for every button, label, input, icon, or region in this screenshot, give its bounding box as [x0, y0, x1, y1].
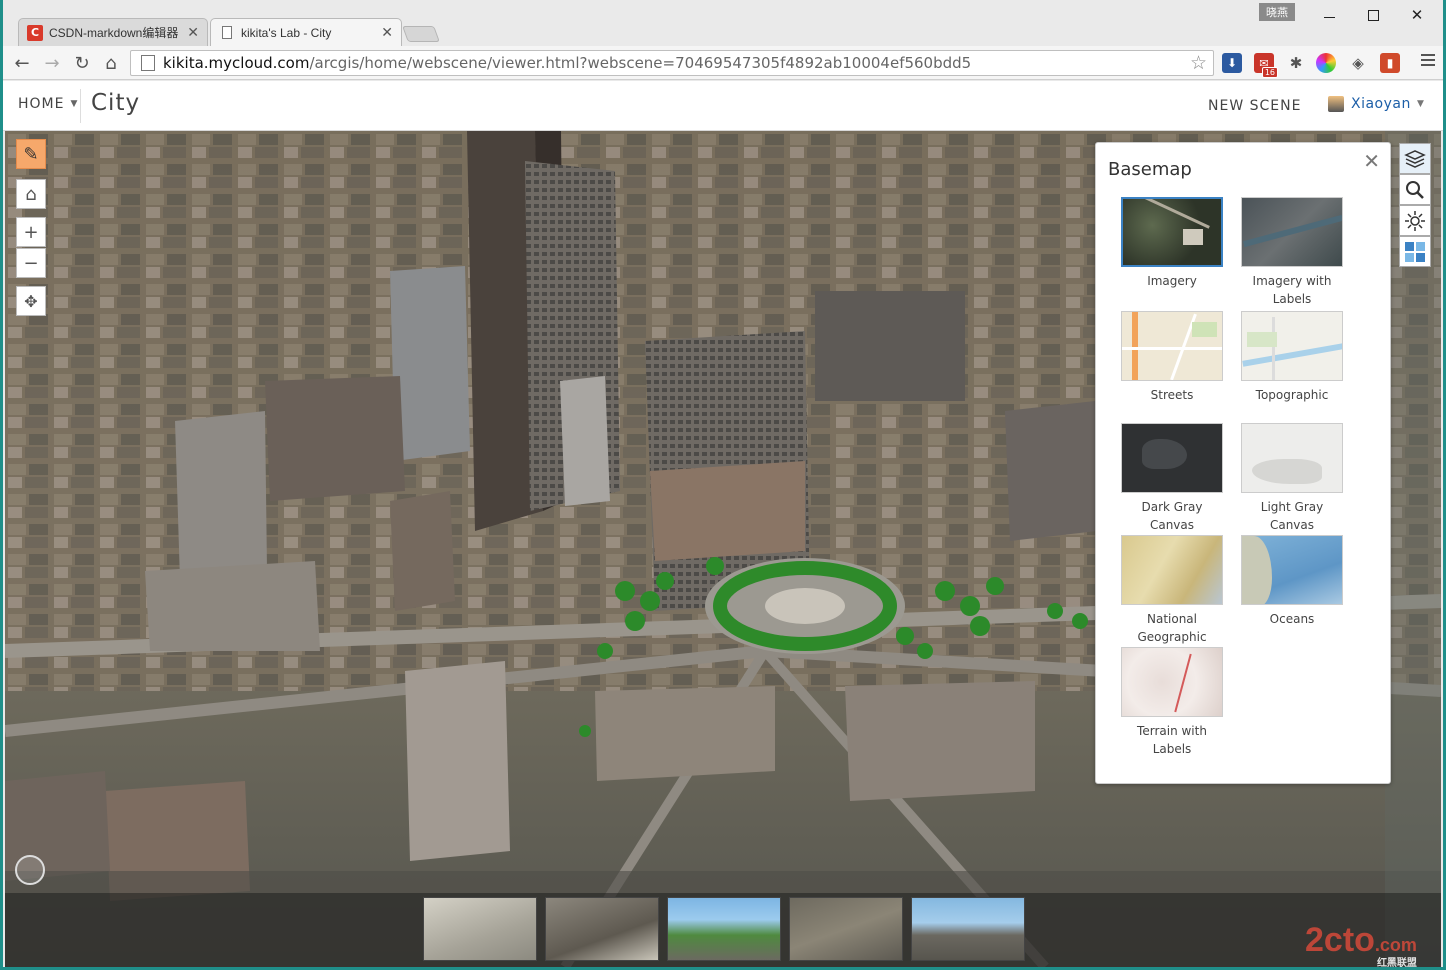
panel-title: Basemap: [1108, 159, 1192, 180]
home-label: HOME: [18, 96, 65, 112]
basemap-label: Imagery with Labels: [1252, 274, 1332, 306]
scene-title: City: [91, 90, 141, 116]
divider: [80, 89, 81, 123]
basemap-label: Terrain with Labels: [1137, 724, 1207, 756]
watermark-suffix: .com: [1374, 935, 1417, 955]
reload-icon[interactable]: ↻: [69, 50, 95, 76]
slide-thumbnail[interactable]: [423, 897, 537, 961]
bookmark-star-icon[interactable]: ☆: [1190, 52, 1207, 74]
new-scene-button[interactable]: NEW SCENE: [1208, 98, 1301, 114]
zoom-out-button[interactable]: −: [16, 248, 46, 278]
tag-extension-icon[interactable]: ◈: [1348, 53, 1368, 73]
url-text: kikita.mycloud.com/arcgis/home/webscene/…: [163, 54, 971, 72]
basemap-item-oceans[interactable]: Oceans: [1240, 535, 1344, 628]
basemap-item-topographic[interactable]: Topographic: [1240, 311, 1344, 404]
basemap-item-streets[interactable]: Streets: [1120, 311, 1224, 404]
watermark-text: 2cto: [1305, 921, 1375, 959]
search-icon[interactable]: [1399, 174, 1431, 205]
basemap-label: Oceans: [1269, 612, 1315, 626]
chevron-down-icon[interactable]: ▼: [1417, 99, 1424, 109]
tab-strip: C CSDN-markdown编辑器 ✕ kikita's Lab - City…: [3, 0, 1443, 46]
avatar[interactable]: [1328, 96, 1344, 112]
home-menu[interactable]: HOME ▼: [18, 96, 78, 112]
download-extension-icon[interactable]: ⬇: [1222, 53, 1242, 73]
browser-toolbar: ← → ↻ ⌂ kikita.mycloud.com/arcgis/home/w…: [3, 46, 1443, 80]
basemap-label: Topographic: [1255, 388, 1329, 402]
basemap-label: Dark Gray Canvas: [1141, 500, 1203, 532]
watermark-logo: 2cto.com 红黑联盟: [1305, 921, 1417, 967]
gmail-extension-icon[interactable]: ✉ 16: [1254, 53, 1278, 78]
forward-icon[interactable]: →: [39, 50, 65, 76]
sun-icon[interactable]: [1399, 205, 1431, 236]
profile-badge[interactable]: 晓燕: [1259, 3, 1295, 21]
slide-thumbnail[interactable]: [545, 897, 659, 961]
dark-gray-thumbnail: [1121, 423, 1223, 493]
basemap-label: Streets: [1150, 388, 1194, 402]
maximize-icon[interactable]: [1353, 2, 1393, 28]
basemap-item-dark-gray[interactable]: Dark Gray Canvas: [1120, 423, 1224, 534]
window-close-icon[interactable]: ✕: [1397, 2, 1437, 28]
address-bar[interactable]: kikita.mycloud.com/arcgis/home/webscene/…: [130, 50, 1214, 76]
scene-view[interactable]: ✎ ⌂ + − ✥ Basemap ✕ Imagery Imagery with…: [5, 131, 1441, 967]
bookmark-extension-icon[interactable]: ▮: [1380, 53, 1400, 73]
layers-icon[interactable]: [1399, 143, 1431, 174]
basemap-label: National Geographic: [1137, 612, 1207, 644]
basemap-panel: Basemap ✕ Imagery Imagery with Labels St…: [1095, 142, 1391, 784]
csdn-favicon-icon: C: [27, 24, 43, 41]
zoom-in-button[interactable]: +: [16, 217, 46, 247]
minimize-icon[interactable]: [1309, 2, 1349, 28]
basemap-item-terrain[interactable]: Terrain with Labels: [1120, 647, 1224, 758]
bug-extension-icon[interactable]: ✱: [1286, 53, 1306, 73]
app-header: HOME ▼ City NEW SCENE Xiaoyan ▼: [3, 81, 1443, 131]
basemap-item-imagery[interactable]: Imagery: [1120, 197, 1224, 290]
user-name[interactable]: Xiaoyan: [1351, 96, 1411, 112]
new-tab-button[interactable]: [402, 26, 440, 42]
browser-window: C CSDN-markdown编辑器 ✕ kikita's Lab - City…: [3, 0, 1443, 967]
imagery-thumbnail: [1121, 197, 1223, 267]
back-icon[interactable]: ←: [9, 50, 35, 76]
basemap-label: Imagery: [1147, 274, 1197, 288]
chevron-down-icon: ▼: [70, 99, 79, 109]
tab-title: kikita's Lab - City: [241, 25, 332, 40]
streets-thumbnail: [1121, 311, 1223, 381]
color-picker-extension-icon[interactable]: [1316, 53, 1336, 73]
basemap-gallery-icon[interactable]: [1399, 236, 1431, 267]
basemap-item-natgeo[interactable]: National Geographic: [1120, 535, 1224, 646]
tab-csdn[interactable]: C CSDN-markdown编辑器 ✕: [18, 18, 208, 46]
topographic-thumbnail: [1241, 311, 1343, 381]
tab-title: CSDN-markdown编辑器: [49, 26, 179, 40]
home-icon[interactable]: ⌂: [98, 50, 124, 76]
basemap-label: Light Gray Canvas: [1260, 500, 1324, 532]
basemap-item-light-gray[interactable]: Light Gray Canvas: [1240, 423, 1344, 534]
light-gray-thumbnail: [1241, 423, 1343, 493]
url-path: /arcgis/home/webscene/viewer.html?websce…: [309, 54, 972, 72]
widget-toolbar: [1399, 143, 1431, 267]
terrain-thumbnail: [1121, 647, 1223, 717]
natgeo-thumbnail: [1121, 535, 1223, 605]
close-icon[interactable]: ✕: [381, 25, 393, 41]
page-icon: [219, 25, 235, 41]
slide-thumbnail[interactable]: [789, 897, 903, 961]
slide-thumbnail[interactable]: [911, 897, 1025, 961]
close-icon[interactable]: ✕: [1363, 149, 1380, 173]
oceans-thumbnail: [1241, 535, 1343, 605]
tab-city[interactable]: kikita's Lab - City ✕: [210, 18, 402, 46]
pan-arrows-icon[interactable]: ✥: [16, 286, 46, 316]
menu-icon[interactable]: [1421, 54, 1435, 68]
compass-icon[interactable]: [15, 855, 45, 885]
slide-thumbnail[interactable]: [667, 897, 781, 961]
url-domain: kikita.mycloud.com: [163, 54, 310, 72]
close-icon[interactable]: ✕: [187, 25, 199, 41]
basemap-item-imagery-labels[interactable]: Imagery with Labels: [1240, 197, 1344, 308]
slides-strip: [5, 893, 1441, 967]
mail-count-badge: 16: [1261, 67, 1278, 78]
home-view-button[interactable]: ⌂: [16, 179, 46, 209]
imagery-labels-thumbnail: [1241, 197, 1343, 267]
page-icon: [141, 55, 155, 71]
edit-pencil-button[interactable]: ✎: [16, 139, 46, 169]
